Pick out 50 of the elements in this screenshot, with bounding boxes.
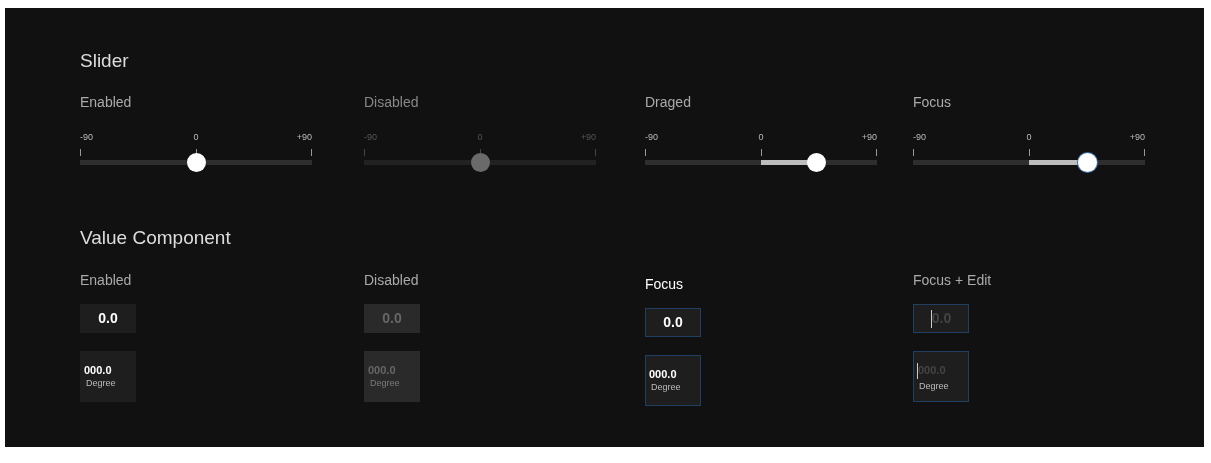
state-label: Focus xyxy=(645,277,685,291)
value-field[interactable]: 0.0 xyxy=(80,304,136,333)
unit-label: Degree xyxy=(650,383,682,392)
tick-label: +90 xyxy=(580,133,596,142)
tick-mark xyxy=(761,149,762,156)
tick-label: +90 xyxy=(296,133,312,142)
tick-label: -90 xyxy=(80,133,93,142)
tick-label: -90 xyxy=(645,133,658,142)
slider-thumb[interactable] xyxy=(470,153,490,172)
unit-label: Degree xyxy=(918,381,950,391)
section-title: Value Component xyxy=(80,228,232,247)
value-field[interactable]: 0.0 xyxy=(645,308,701,337)
text-cursor xyxy=(917,362,918,379)
tick-mark xyxy=(645,149,646,156)
tick-label: -90 xyxy=(913,133,926,142)
tick-mark xyxy=(1144,149,1145,156)
tick-mark xyxy=(876,149,877,156)
state-label: Disabled xyxy=(364,95,420,109)
tick-mark xyxy=(311,149,312,156)
state-label: Enabled xyxy=(80,273,133,287)
degree-value: 000.0 xyxy=(649,369,677,380)
state-label: Focus xyxy=(913,95,953,109)
degree-field[interactable]: 000.0 Degree xyxy=(80,351,136,402)
slider-thumb[interactable] xyxy=(1077,153,1097,172)
unit-label: Degree xyxy=(369,379,401,388)
state-label: Focus + Edit xyxy=(913,273,993,287)
tick-mark xyxy=(80,149,81,156)
text-cursor xyxy=(930,309,932,328)
tick-mark xyxy=(196,149,197,156)
tick-mark xyxy=(595,149,596,156)
section-title: Slider xyxy=(80,51,130,70)
slider-thumb[interactable] xyxy=(186,153,206,172)
degree-field[interactable]: 000.0 Degree xyxy=(645,355,701,406)
slider-thumb[interactable] xyxy=(807,153,827,172)
tick-mark xyxy=(480,149,481,156)
unit-label: Degree xyxy=(85,379,117,388)
tick-label: 0 xyxy=(1026,133,1032,142)
tick-mark xyxy=(364,149,365,156)
degree-value: 000.0 xyxy=(368,365,396,376)
state-label: Enabled xyxy=(80,95,133,109)
tick-label: 0 xyxy=(193,133,199,142)
tick-label: 0 xyxy=(758,133,764,142)
tick-label: -90 xyxy=(364,133,377,142)
degree-value: 000.0 xyxy=(84,365,112,376)
state-label: Draged xyxy=(645,95,692,109)
tick-label: +90 xyxy=(1129,133,1145,142)
tick-mark xyxy=(1029,149,1030,156)
tick-label: +90 xyxy=(861,133,877,142)
tick-mark xyxy=(913,149,914,156)
state-label: Disabled xyxy=(364,273,420,287)
